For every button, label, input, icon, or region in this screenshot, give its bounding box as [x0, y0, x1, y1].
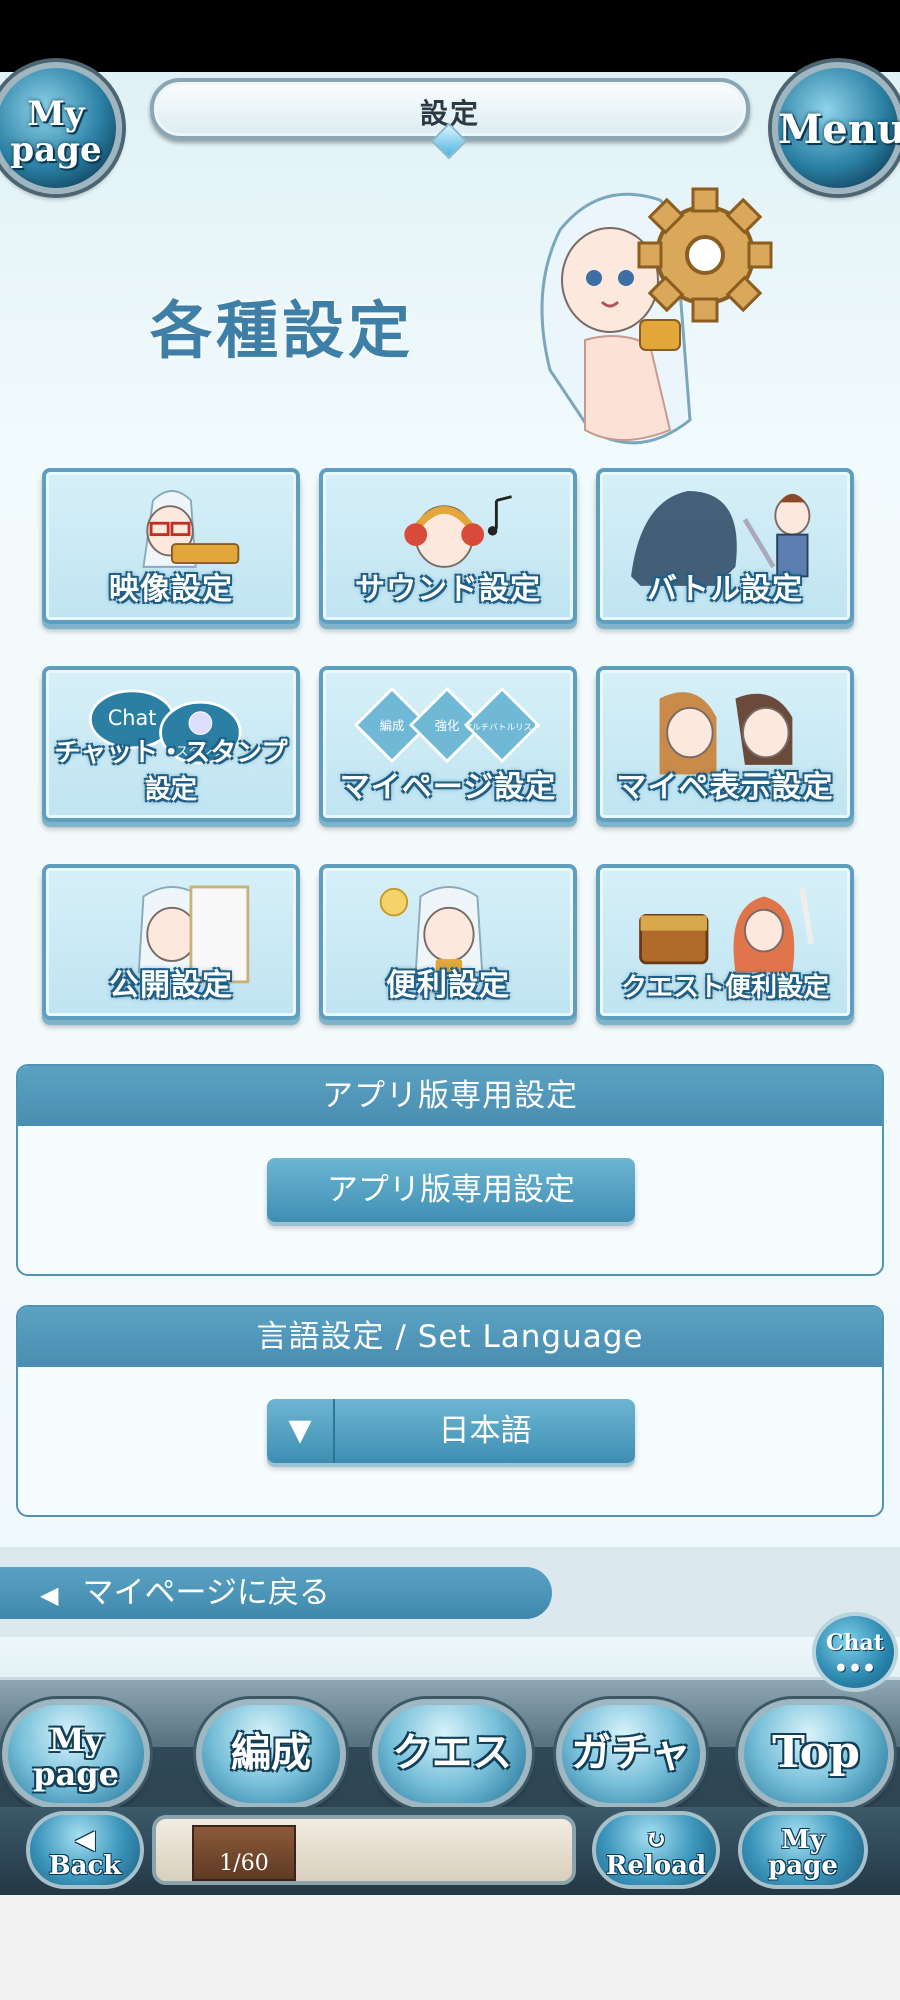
menu-orb-label: Menu: [778, 106, 900, 153]
hero-title: 各種設定: [150, 294, 415, 367]
reload-icon: ↻: [645, 1825, 667, 1855]
dropdown-arrow-icon: ▼: [267, 1399, 335, 1463]
tile-convenience-settings[interactable]: 便利設定: [319, 864, 577, 1020]
diamond-label: 強化: [435, 719, 460, 733]
nav-party-button[interactable]: 編成: [196, 1699, 346, 1809]
tile-label: バトル設定: [647, 572, 803, 607]
language-select[interactable]: ▼ 日本語: [267, 1399, 635, 1463]
chat-dots-icon: •••: [833, 1656, 877, 1682]
status-bar: [0, 0, 900, 72]
tile-label: クエスト便利設定: [620, 973, 829, 1003]
chat-button-label: Chat: [826, 1630, 884, 1656]
tile-battle-settings[interactable]: バトル設定: [596, 468, 854, 624]
reload-button[interactable]: ↻ Reload: [592, 1811, 720, 1889]
sub-mypage-button[interactable]: My page: [738, 1811, 868, 1889]
language-heading: 言語設定 / Set Language: [18, 1307, 882, 1367]
chat-button[interactable]: Chat •••: [812, 1612, 898, 1692]
sub-mypage-line2: page: [768, 1851, 838, 1881]
reload-button-label: Reload: [605, 1851, 707, 1881]
tile-sound-settings[interactable]: サウンド設定: [319, 468, 577, 624]
diamond-label: マルチバトルリスト: [464, 723, 541, 733]
diamond-label: 編成: [380, 718, 405, 733]
system-nav-area: [0, 1895, 900, 2000]
mascot-with-gear-icon: [540, 187, 773, 445]
nav-mypage-button[interactable]: My page: [2, 1699, 150, 1809]
stamina-box: 1/60: [152, 1815, 576, 1885]
tile-label: マイペ表示設定: [616, 770, 834, 805]
left-triangle-icon: ◀: [40, 1581, 59, 1609]
back-arrow-icon: ◀: [75, 1825, 95, 1855]
nav-mypage-line2: page: [33, 1755, 119, 1793]
back-to-mypage-link[interactable]: ◀ マイページに戻る: [0, 1567, 552, 1619]
tile-label: マイページ設定: [339, 770, 557, 805]
stamina-count: 1/60: [219, 1851, 269, 1876]
tile-video-settings[interactable]: 映像設定: [42, 468, 300, 624]
app-settings-button[interactable]: アプリ版専用設定: [267, 1158, 635, 1222]
nav-mypage-line1: My: [48, 1721, 103, 1759]
mypage-orb-line2: page: [10, 130, 102, 170]
mypage-orb-line1: My: [27, 94, 85, 134]
hourglass-icon: 1/60: [192, 1825, 296, 1881]
tile-label: 便利設定: [386, 968, 510, 1003]
tile-chat-stamp-settings[interactable]: Chat スタンプ チャット・スタンプ設定: [42, 666, 300, 822]
tile-label: 映像設定: [109, 572, 233, 607]
tile-label: チャット・スタンプ設定: [54, 738, 288, 805]
game-screen: 設定 My page Menu 各種設定 映像設定 サウンド設定 バトル設定 C…: [0, 0, 900, 2000]
sub-toolbar: ◀ Back 1/60 ↻ Reload My page: [0, 1807, 900, 1895]
tile-label: サウンド設定: [355, 572, 541, 607]
back-link-label: マイページに戻る: [82, 1575, 330, 1611]
language-selected-value: 日本語: [438, 1413, 532, 1449]
footer-nav: My page 編成 クエスト ガチャ Top ◀ Back 1/60 ↻ Re…: [0, 1637, 900, 1895]
tile-label: 公開設定: [109, 968, 233, 1003]
back-button[interactable]: ◀ Back: [26, 1811, 144, 1889]
app-settings-panel: アプリ版専用設定 アプリ版専用設定: [16, 1064, 884, 1276]
nav-top-button[interactable]: Top: [738, 1699, 894, 1809]
language-panel: 言語設定 / Set Language ▼ 日本語: [16, 1305, 884, 1517]
back-button-label: Back: [48, 1851, 122, 1881]
sub-mypage-line1: My: [781, 1825, 825, 1855]
app-settings-heading: アプリ版専用設定: [18, 1066, 882, 1126]
tile-quest-convenience-settings[interactable]: クエスト便利設定: [596, 864, 854, 1020]
tile-mypage-display-settings[interactable]: マイペ表示設定: [596, 666, 854, 822]
nav-gacha-button[interactable]: ガチャ: [556, 1699, 706, 1809]
tile-mypage-settings[interactable]: 編成 強化 マルチバトルリスト マイページ設定: [319, 666, 577, 822]
chat-bubble-text: Chat: [108, 706, 157, 730]
hero-section: 各種設定: [0, 170, 900, 470]
nav-quest-button[interactable]: クエスト: [372, 1699, 532, 1872]
tile-public-settings[interactable]: 公開設定: [42, 864, 300, 1020]
